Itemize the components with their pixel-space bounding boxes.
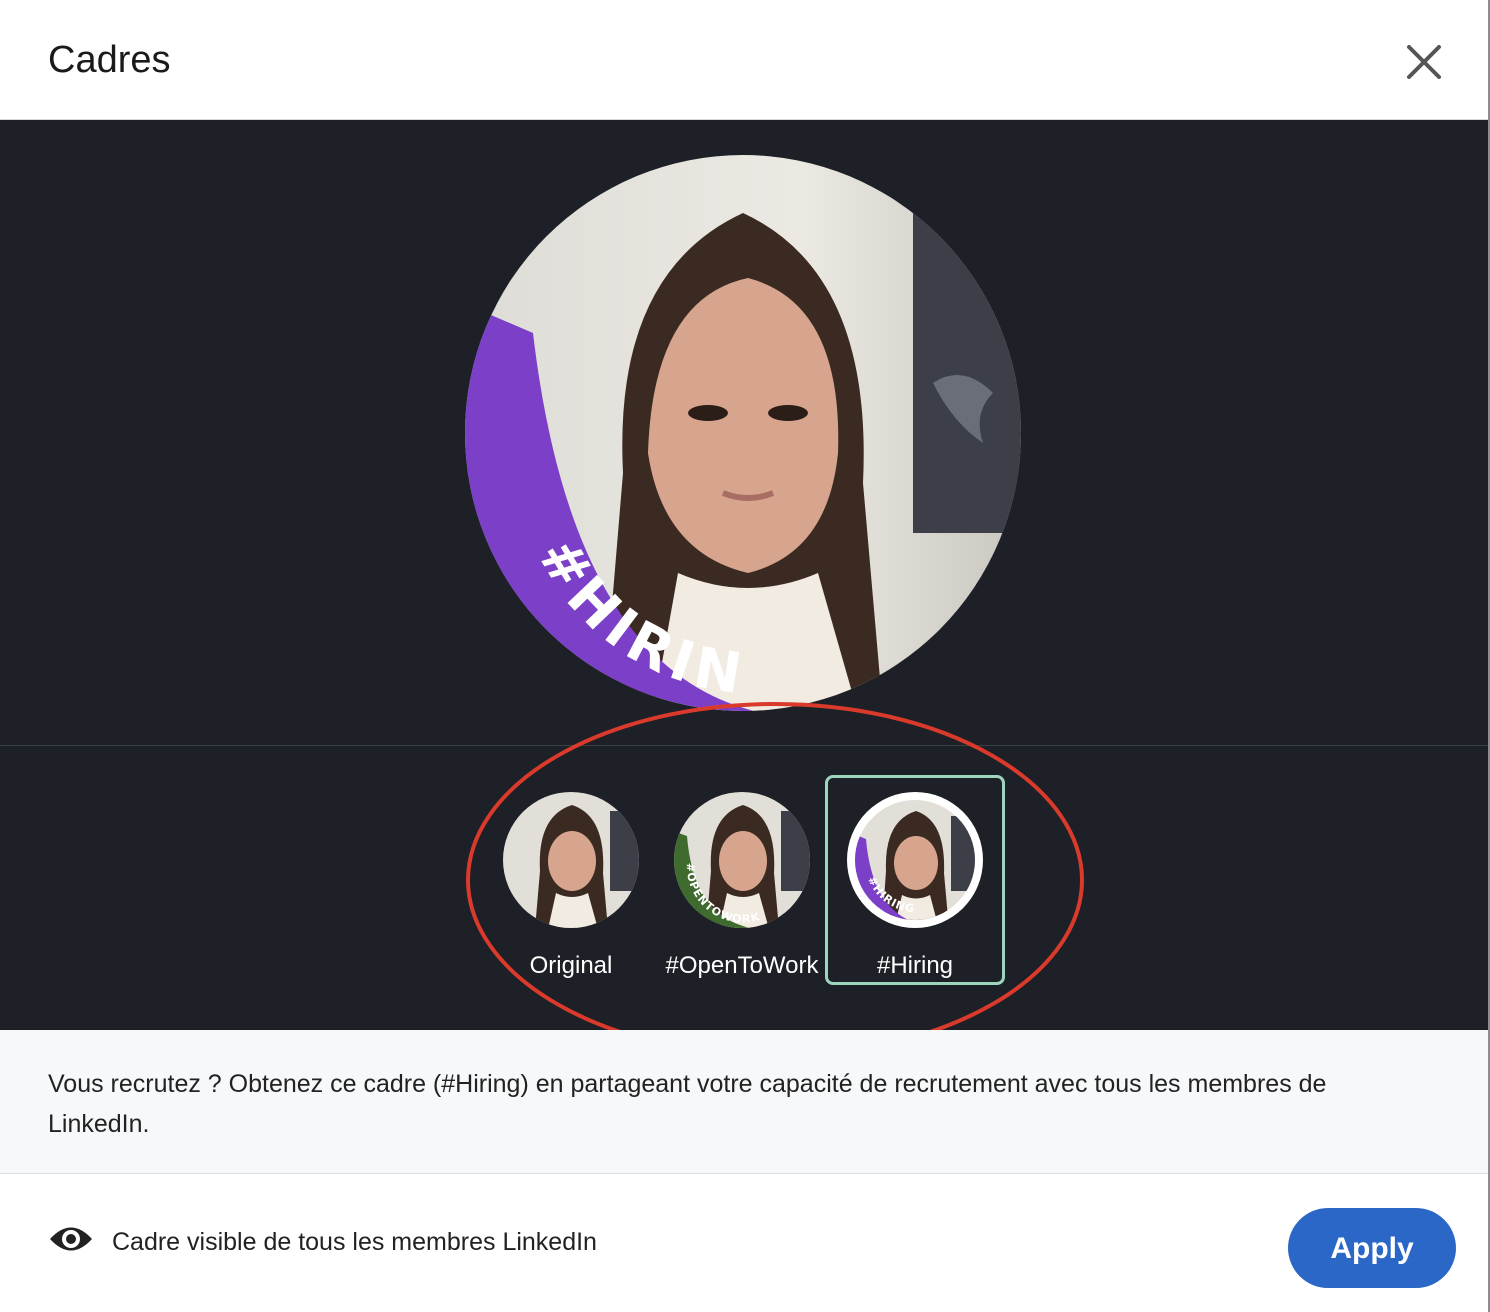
- eye-icon: [50, 1227, 92, 1251]
- close-button[interactable]: [1396, 34, 1452, 90]
- close-icon: [1407, 45, 1441, 79]
- frame-thumbnail-original: [503, 792, 639, 928]
- profile-photo-preview: #HIRING: [463, 153, 1021, 711]
- frame-thumbnail-hiring: #HIRING: [847, 792, 983, 928]
- frame-description: Vous recrutez ? Obtenez ce cadre (#Hirin…: [48, 1070, 1327, 1138]
- dialog-header: Cadres: [0, 0, 1488, 120]
- frame-option-hiring[interactable]: #HIRING #Hiring: [825, 775, 1005, 985]
- frame-option-label: #Hiring: [876, 952, 954, 979]
- frame-thumbnail-opentowork: #OPENTOWORK: [674, 792, 810, 928]
- visibility-text: Cadre visible de tous les membres Linked…: [112, 1228, 597, 1256]
- apply-button[interactable]: Apply: [1288, 1208, 1456, 1288]
- dialog-title: Cadres: [48, 39, 171, 81]
- frame-info-panel: Vous recrutez ? Obtenez ce cadre (#Hirin…: [0, 1030, 1488, 1174]
- dialog-footer: Cadre visible de tous les membres Linked…: [0, 1174, 1488, 1312]
